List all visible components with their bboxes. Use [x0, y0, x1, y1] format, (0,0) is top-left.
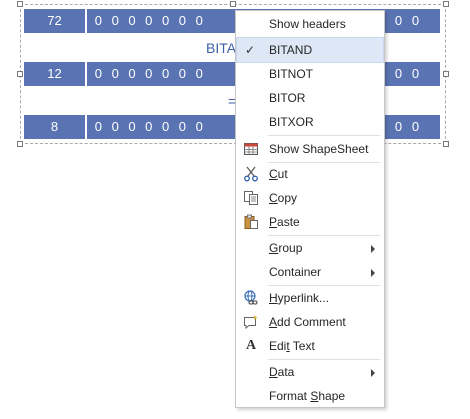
menu-item-container[interactable]: Container — [237, 260, 383, 284]
submenu-arrow-icon — [371, 369, 375, 377]
shapesheet-icon — [244, 143, 258, 155]
menu-item-bitor[interactable]: BITOR — [237, 86, 383, 110]
menu-item-cut[interactable]: Cut — [237, 162, 383, 186]
menu-item-edit-text[interactable]: A Edit Text — [237, 334, 383, 358]
menu-item-copy[interactable]: Copy — [237, 186, 383, 210]
menu-item-add-comment[interactable]: Add Comment — [237, 310, 383, 334]
menu-item-show-headers[interactable]: Show headers — [237, 12, 383, 36]
resize-handle-middle-left[interactable] — [17, 71, 23, 77]
check-icon: ✓ — [245, 43, 256, 57]
menu-item-bitnot[interactable]: BITNOT — [237, 62, 383, 86]
menu-separator — [268, 135, 380, 136]
menu-item-show-shapesheet[interactable]: Show ShapeSheet — [237, 137, 383, 161]
comment-icon — [244, 315, 258, 330]
resize-handle-bottom-left[interactable] — [17, 141, 23, 147]
text-icon: A — [245, 338, 257, 353]
menu-item-bitxor[interactable]: BITXOR — [237, 110, 383, 134]
menu-item-paste[interactable]: Paste — [237, 210, 383, 234]
paste-icon — [244, 214, 258, 229]
menu-item-bitand[interactable]: ✓ BITAND — [236, 37, 384, 63]
resize-handle-top-center[interactable] — [230, 1, 236, 7]
hyperlink-icon — [244, 290, 258, 305]
menu-item-data[interactable]: Data — [237, 360, 383, 384]
submenu-arrow-icon — [371, 245, 375, 253]
scissors-icon — [244, 166, 258, 182]
menu-item-format-shape[interactable]: Format Shape — [237, 384, 383, 408]
menu-item-group[interactable]: Group — [237, 236, 383, 260]
menu-item-hyperlink[interactable]: Hyperlink... — [237, 286, 383, 310]
context-menu: Show headers ✓ BITAND BITNOT BITOR BITXO… — [235, 10, 385, 408]
resize-handle-middle-right[interactable] — [443, 71, 449, 77]
resize-handle-top-right[interactable] — [443, 1, 449, 7]
copy-icon — [244, 191, 258, 205]
resize-handle-top-left[interactable] — [17, 1, 23, 7]
submenu-arrow-icon — [371, 269, 375, 277]
resize-handle-bottom-right[interactable] — [443, 141, 449, 147]
